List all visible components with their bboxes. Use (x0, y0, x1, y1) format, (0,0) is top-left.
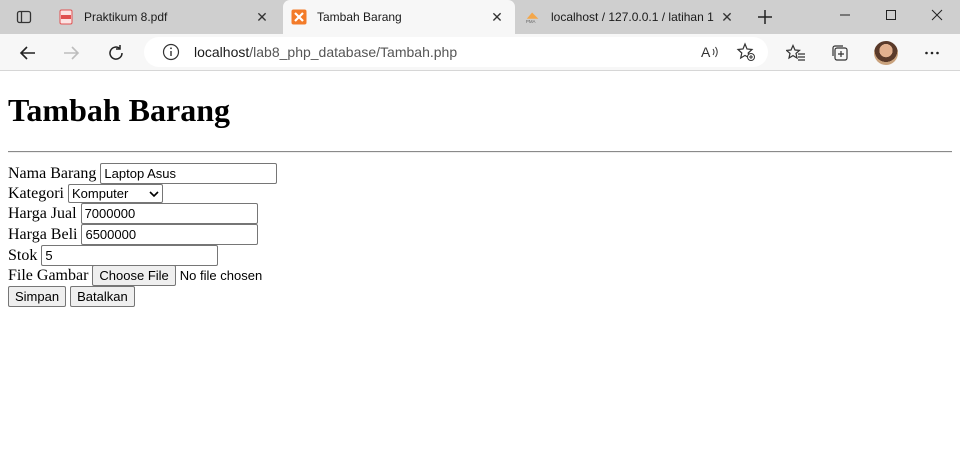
profile-avatar[interactable] (874, 41, 898, 65)
maximize-button[interactable] (868, 0, 914, 30)
close-icon (931, 9, 943, 21)
choose-file-button[interactable]: Choose File (92, 265, 176, 286)
simpan-button[interactable]: Simpan (8, 286, 67, 307)
more-icon (925, 51, 939, 55)
tab-actions-button[interactable] (8, 5, 40, 29)
page-content: Tambah Barang Nama Barang Kategori Kompu… (0, 72, 960, 471)
url-path: /lab8_php_database/Tambah.php (249, 44, 458, 60)
harga-jual-row: Harga Jual (8, 203, 258, 224)
divider (8, 151, 952, 153)
browser-toolbar: localhost/lab8_php_database/Tambah.php A (0, 34, 960, 71)
stok-input[interactable] (41, 245, 219, 266)
close-tab-icon[interactable]: ✕ (252, 7, 272, 27)
harga-beli-row: Harga Beli (8, 224, 259, 245)
kategori-label: Kategori (8, 184, 64, 202)
file-gambar-label: File Gambar (8, 266, 89, 284)
chevron-down-icon (149, 190, 159, 197)
info-icon[interactable] (162, 43, 180, 61)
stok-row: Stok (8, 245, 219, 266)
collections-icon (832, 45, 848, 61)
tab-title: Tambah Barang (317, 10, 402, 24)
batalkan-button[interactable]: Batalkan (70, 286, 135, 307)
plus-icon (758, 10, 772, 24)
arrow-left-icon (19, 46, 35, 60)
arrow-right-icon (64, 46, 80, 60)
file-gambar-row: File Gambar Choose File No file chosen (8, 265, 262, 286)
back-button[interactable] (14, 40, 42, 66)
harga-jual-label: Harga Jual (8, 204, 77, 222)
xampp-icon (291, 9, 307, 25)
nama-barang-label: Nama Barang (8, 164, 97, 182)
pdf-icon (58, 9, 74, 25)
svg-text:PMA: PMA (526, 19, 536, 24)
tab-title: Praktikum 8.pdf (84, 10, 168, 24)
favorites-button[interactable] (782, 40, 810, 66)
settings-more-button[interactable] (918, 40, 946, 66)
kategori-selected: Komputer (71, 186, 129, 201)
tab-actions-icon (16, 10, 32, 24)
read-aloud-icon[interactable]: A (700, 43, 720, 61)
harga-beli-input[interactable] (81, 224, 259, 245)
stok-label: Stok (8, 246, 38, 264)
address-bar[interactable]: localhost/lab8_php_database/Tambah.php A (144, 37, 768, 67)
url-host: localhost (194, 44, 250, 60)
harga-beli-label: Harga Beli (8, 225, 78, 243)
collections-button[interactable] (826, 40, 854, 66)
nama-barang-input[interactable] (100, 163, 278, 184)
no-file-text: No file chosen (179, 268, 263, 283)
forward-button[interactable] (57, 40, 85, 66)
phpmyadmin-icon: PMA (525, 9, 541, 25)
minimize-button[interactable] (822, 0, 868, 30)
close-window-button[interactable] (914, 0, 960, 30)
tab-phpmyadmin[interactable]: PMA localhost / 127.0.0.1 / latihan 1 ✕ (517, 0, 745, 34)
new-tab-button[interactable] (752, 5, 778, 29)
tab-title: localhost / 127.0.0.1 / latihan 1 (551, 10, 714, 24)
tab-praktikum-pdf[interactable]: Praktikum 8.pdf ✕ (50, 0, 280, 34)
close-tab-icon[interactable]: ✕ (487, 7, 507, 27)
refresh-icon (109, 45, 123, 60)
minimize-icon (840, 14, 850, 16)
refresh-button[interactable] (102, 40, 130, 66)
close-tab-icon[interactable]: ✕ (717, 7, 737, 27)
favorites-icon (786, 44, 805, 61)
actions-row: Simpan Batalkan (8, 286, 135, 307)
tab-tambah-barang[interactable]: Tambah Barang ✕ (283, 0, 515, 34)
harga-jual-input[interactable] (80, 203, 258, 224)
nama-barang-row: Nama Barang (8, 163, 278, 184)
kategori-row: Kategori Komputer (8, 183, 163, 204)
maximize-icon (886, 10, 896, 20)
page-title: Tambah Barang (8, 92, 230, 128)
tab-strip: Praktikum 8.pdf ✕ Tambah Barang ✕ PMA lo… (0, 0, 960, 34)
svg-text:A: A (701, 44, 711, 60)
add-favorite-icon[interactable] (736, 42, 756, 62)
kategori-select[interactable]: Komputer (67, 184, 163, 203)
